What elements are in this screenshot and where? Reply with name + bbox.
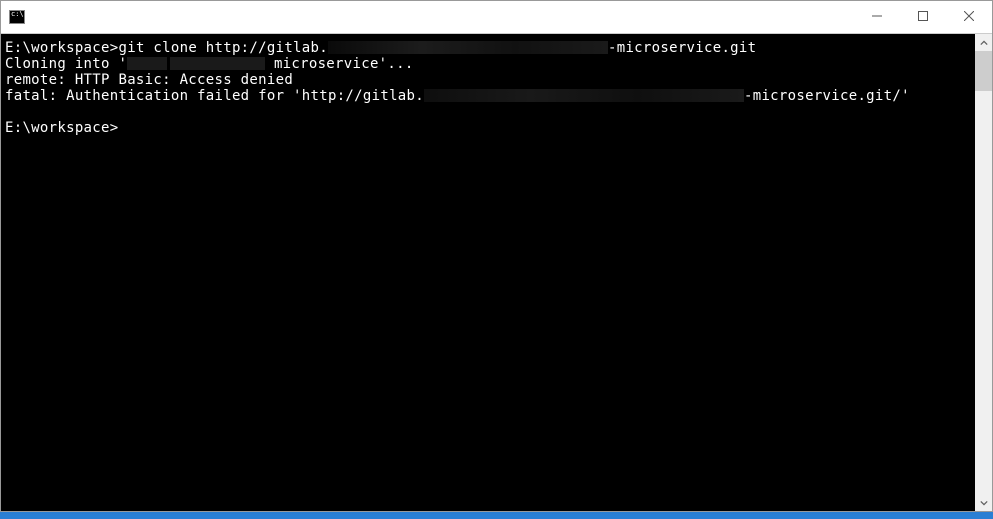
output-text: microservice'... — [274, 56, 414, 72]
redacted-text — [328, 41, 608, 54]
window-title — [33, 8, 213, 26]
command-prompt-window: E:\workspace>git clone http://gitlab.-mi… — [0, 0, 993, 512]
chevron-up-icon — [980, 39, 988, 47]
redacted-text — [127, 57, 167, 70]
terminal-line — [5, 104, 971, 120]
command-text: -microservice.git — [608, 40, 756, 56]
content-area: E:\workspace>git clone http://gitlab.-mi… — [1, 34, 992, 511]
vertical-scrollbar[interactable] — [975, 34, 992, 511]
command-text: git clone http://gitlab. — [118, 40, 328, 56]
output-text: remote: HTTP Basic: Access denied — [5, 72, 293, 88]
close-icon — [964, 11, 974, 21]
terminal-line: E:\workspace> — [5, 120, 971, 136]
terminal-output[interactable]: E:\workspace>git clone http://gitlab.-mi… — [1, 34, 975, 511]
output-text: fatal: Authentication failed for 'http:/… — [5, 88, 424, 104]
close-button[interactable] — [946, 1, 992, 31]
redacted-title — [33, 8, 213, 26]
scroll-up-button[interactable] — [975, 34, 992, 51]
scroll-down-button[interactable] — [975, 494, 992, 511]
scroll-track[interactable] — [975, 51, 992, 494]
scroll-thumb[interactable] — [975, 51, 992, 91]
terminal-line: fatal: Authentication failed for 'http:/… — [5, 88, 971, 104]
chevron-down-icon — [980, 499, 988, 507]
terminal-line: Cloning into ' microservice'... — [5, 56, 971, 72]
terminal-line: E:\workspace>git clone http://gitlab. -mi… — [5, 40, 971, 56]
minimize-button[interactable] — [854, 1, 900, 31]
cmd-icon — [9, 10, 25, 24]
output-text: Cloning into ' — [5, 56, 127, 72]
maximize-icon — [918, 11, 928, 21]
prompt: E:\workspace> — [5, 40, 118, 56]
redacted-text — [170, 57, 265, 70]
redacted-text — [424, 89, 744, 102]
prompt: E:\workspace> — [5, 120, 118, 136]
titlebar[interactable] — [1, 1, 992, 34]
terminal-line: remote: HTTP Basic: Access denied — [5, 72, 971, 88]
output-text: -microservice.git/' — [744, 88, 910, 104]
maximize-button[interactable] — [900, 1, 946, 31]
minimize-icon — [872, 11, 882, 21]
window-controls — [854, 1, 992, 31]
